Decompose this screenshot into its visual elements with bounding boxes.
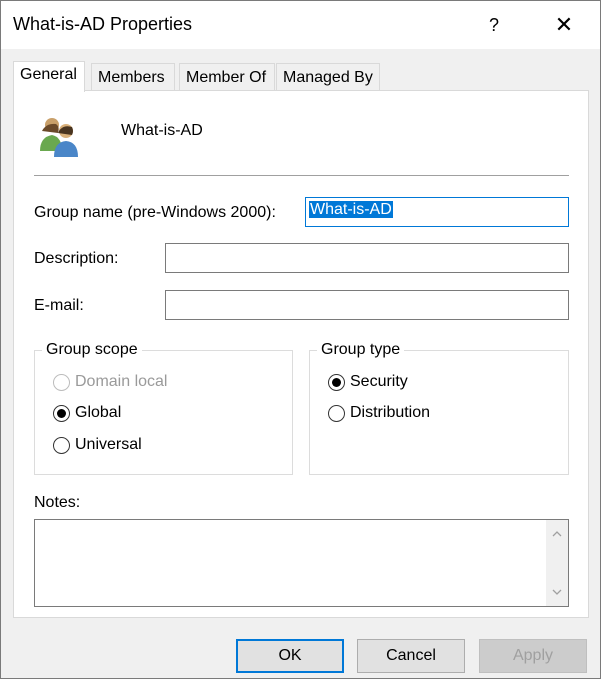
radio-universal[interactable]: Universal (53, 436, 142, 454)
radio-label: Universal (75, 436, 142, 453)
ok-button[interactable]: OK (236, 639, 344, 673)
group-name-field[interactable]: What-is-AD (305, 197, 569, 227)
radio-button[interactable] (53, 404, 70, 422)
description-label: Description: (34, 250, 119, 267)
object-name: What-is-AD (121, 122, 203, 139)
group-type-legend: Group type (317, 341, 405, 359)
close-button[interactable]: ✕ (541, 1, 587, 49)
group-users-icon (36, 111, 84, 159)
group-scope-legend: Group scope (42, 341, 142, 359)
tab-member-of[interactable]: Member Of (179, 63, 275, 91)
tab-strip: General Members Member Of Managed By (13, 61, 593, 92)
cancel-button[interactable]: Cancel (357, 639, 465, 673)
window-title: What-is-AD Properties (13, 14, 193, 34)
radio-security[interactable]: Security (328, 373, 408, 391)
scroll-down-icon[interactable] (546, 582, 568, 602)
notes-scrollbar[interactable] (546, 520, 568, 606)
radio-label: Distribution (350, 404, 431, 421)
title-bar: What-is-AD Properties ? ✕ (1, 1, 600, 49)
description-field[interactable] (165, 243, 569, 273)
notes-textarea[interactable] (34, 519, 569, 607)
radio-distribution[interactable]: Distribution (328, 404, 430, 422)
tab-members[interactable]: Members (91, 63, 175, 91)
help-button[interactable]: ? (471, 1, 517, 49)
divider (34, 175, 569, 176)
notes-label: Notes: (34, 494, 81, 511)
apply-button[interactable]: Apply (479, 639, 587, 673)
radio-global[interactable]: Global (53, 404, 121, 422)
radio-domain-local[interactable]: Domain local (53, 373, 167, 391)
tab-general[interactable]: General (13, 61, 85, 92)
radio-button[interactable] (53, 436, 70, 454)
radio-label: Security (350, 373, 408, 390)
radio-label: Domain local (75, 373, 168, 390)
help-icon: ? (488, 14, 499, 35)
radio-button[interactable] (53, 373, 70, 391)
general-tab-panel: What-is-AD Group name (pre-Windows 2000)… (13, 90, 589, 618)
group-name-label: Group name (pre-Windows 2000): (34, 204, 276, 221)
scroll-up-icon[interactable] (546, 524, 568, 544)
properties-dialog: What-is-AD Properties ? ✕ General Member… (0, 0, 601, 679)
radio-label: Global (75, 404, 122, 421)
email-field[interactable] (165, 290, 569, 320)
email-label: E-mail: (34, 297, 84, 314)
group-scope-box: Group scope Domain local Global Universa… (34, 341, 293, 475)
group-type-box: Group type Security Distribution (309, 341, 569, 475)
radio-button[interactable] (328, 404, 345, 422)
tab-managed-by[interactable]: Managed By (276, 63, 380, 91)
close-icon: ✕ (554, 12, 574, 37)
radio-button[interactable] (328, 373, 345, 391)
group-name-value: What-is-AD (309, 201, 393, 218)
